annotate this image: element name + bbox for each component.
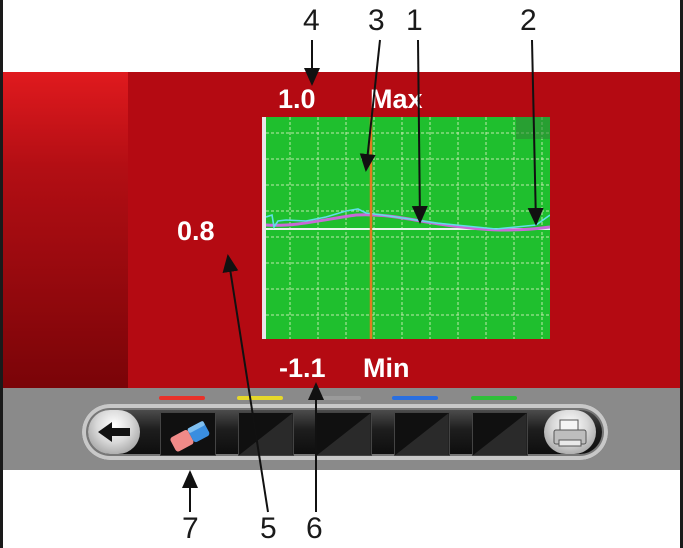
printer-icon [553, 419, 587, 447]
slot-button-3[interactable] [394, 412, 450, 456]
slot-button-4[interactable] [472, 412, 528, 456]
channel-bar-green [471, 396, 517, 400]
side-panel [3, 72, 128, 388]
callout-1: 1 [406, 4, 423, 37]
back-button[interactable] [88, 410, 140, 454]
figure-frame: 1.0 Max 0.8 -1.1 Min 4 3 1 2 7 5 6 [0, 0, 683, 548]
current-value: 0.8 [177, 216, 215, 246]
eraser-button[interactable] [160, 412, 216, 456]
eraser-icon [170, 421, 210, 452]
graph-svg [265, 117, 551, 339]
max-label: Max [370, 84, 423, 114]
callout-4: 4 [303, 4, 320, 37]
graph-area[interactable] [262, 117, 551, 339]
min-label: Min [363, 353, 410, 383]
arrow-left-icon [98, 422, 130, 442]
callout-7: 7 [182, 512, 199, 545]
callout-5: 5 [260, 512, 277, 545]
trace-cyan [265, 208, 551, 230]
slot-button-2[interactable] [316, 412, 372, 456]
channel-bar-red [159, 396, 205, 400]
max-value: 1.0 [278, 84, 316, 114]
slot-button-1[interactable] [238, 412, 294, 456]
channel-bar-yellow [237, 396, 283, 400]
callout-2: 2 [520, 4, 537, 37]
channel-bar-blue [392, 396, 438, 400]
corner-shade [516, 117, 550, 139]
min-value: -1.1 [279, 353, 326, 383]
print-button[interactable] [544, 410, 596, 454]
channel-bar-gray [315, 396, 361, 400]
callout-6: 6 [306, 512, 323, 545]
callout-3: 3 [368, 4, 385, 37]
